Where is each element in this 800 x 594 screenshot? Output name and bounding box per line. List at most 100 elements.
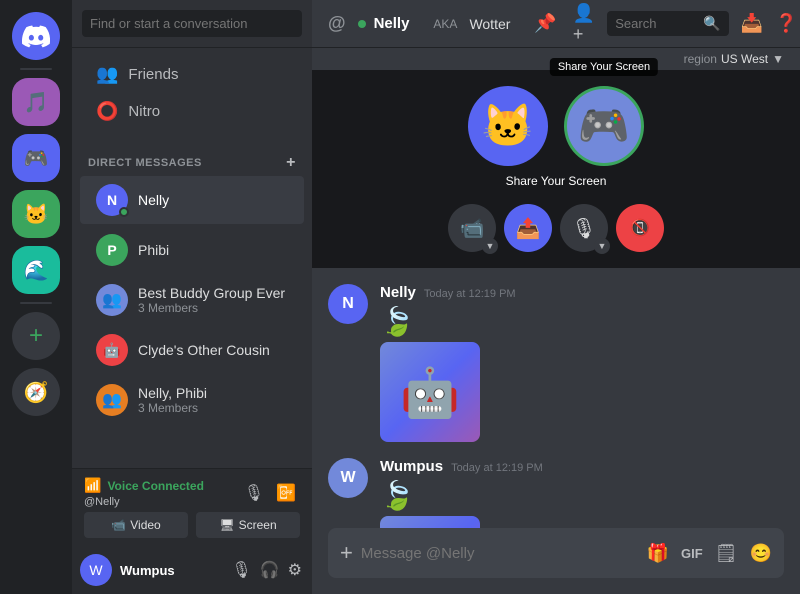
search-icon: 🔍 xyxy=(703,15,720,32)
attach-button[interactable]: + xyxy=(340,528,353,578)
call-area: 🐱 Share Your Screen 🎮 Share Your Screen … xyxy=(312,70,800,268)
sticker-icon[interactable]: 🗒 xyxy=(715,543,738,564)
aka-label: AKA xyxy=(433,17,457,31)
headset-button[interactable]: 🎧 xyxy=(258,558,282,582)
msg-avatar-wumpus: W xyxy=(328,458,368,498)
server-icon-1[interactable]: 🎵 xyxy=(12,78,60,126)
msg-avatar-nelly: N xyxy=(328,284,368,324)
search-input[interactable] xyxy=(82,10,302,37)
message-group-nelly: N Nelly Today at 12:19 PM 🍃 🤖 xyxy=(328,284,784,442)
status-dot-nelly xyxy=(119,207,129,217)
call-avatar-nelly: 🐱 xyxy=(468,86,548,166)
nitro-icon: ⭕ xyxy=(96,101,118,122)
msg-sticker-nelly: 🤖 xyxy=(380,342,480,442)
dm-item-best-buddy[interactable]: 👥 Best Buddy Group Ever 3 Members xyxy=(80,276,304,324)
dm-item-sub-nelly-phibi: 3 Members xyxy=(138,401,207,415)
dm-item-info-nelly: Nelly xyxy=(138,192,169,208)
top-bar-username: Nelly xyxy=(374,15,410,32)
share-screen-label: Share Your Screen xyxy=(506,174,607,188)
user-bar-controls: 🎙 🎧 ⚙ xyxy=(229,558,304,582)
emoji-icon[interactable]: 😊 xyxy=(750,543,772,564)
dm-nav: 👥 Friends ⭕ Nitro xyxy=(72,48,312,138)
dm-item-name-nelly: Nelly xyxy=(138,192,169,208)
region-value: US West xyxy=(721,52,768,66)
add-dm-button[interactable]: + xyxy=(286,154,296,172)
voice-controls: 📹 Video 🖥 Screen xyxy=(84,512,300,538)
hangup-button[interactable]: 📵 xyxy=(616,204,664,252)
dm-item-name-clydes: Clyde's Other Cousin xyxy=(138,342,270,358)
server-icon-2[interactable]: 🎮 xyxy=(12,134,60,182)
nitro-nav-item[interactable]: ⭕ Nitro xyxy=(80,93,304,130)
dm-item-clydes[interactable]: 🤖 Clyde's Other Cousin xyxy=(80,326,304,374)
nitro-label: Nitro xyxy=(128,103,160,120)
messages-area: N Nelly Today at 12:19 PM 🍃 🤖 W Wumpus xyxy=(312,268,800,528)
region-info: region US West ▼ xyxy=(684,52,784,66)
user-avatar: W xyxy=(80,554,112,586)
mute-chevron-icon: ▼ xyxy=(594,238,610,254)
call-ctrl-video-wrap: 📹 ▼ xyxy=(448,204,496,252)
msg-time-wumpus: Today at 12:19 PM xyxy=(451,462,543,474)
user-status-dot xyxy=(358,20,366,28)
settings-button[interactable]: ⚙ xyxy=(286,558,304,582)
discord-icon[interactable] xyxy=(12,12,60,60)
msg-username-wumpus: Wumpus xyxy=(380,458,443,475)
screen-icon: 🖥 xyxy=(219,518,234,532)
msg-header-nelly: Nelly Today at 12:19 PM xyxy=(380,284,784,301)
msg-emoji-nelly: 🍃 xyxy=(380,305,784,338)
call-ctrl-share-wrap: 📤 xyxy=(504,204,552,252)
explore-button[interactable]: 🧭 xyxy=(12,368,60,416)
msg-content-nelly: Nelly Today at 12:19 PM 🍃 🤖 xyxy=(380,284,784,442)
server-icon-4[interactable]: 🌊 xyxy=(12,246,60,294)
top-bar: @ Nelly AKA Wotter 📌 👤+ 🔍 📥 ❓ xyxy=(312,0,800,48)
voice-bar: 📶 Voice Connected @Nelly 🎙 📴 📹 Video 🖥 S… xyxy=(72,468,312,546)
dm-avatar-nelly: N xyxy=(96,184,128,216)
dm-avatar-best-buddy: 👥 xyxy=(96,284,128,316)
gift-icon[interactable]: 🎁 xyxy=(647,543,669,564)
voice-user-label: @Nelly xyxy=(84,496,204,508)
mic-button[interactable]: 🎙 xyxy=(229,558,253,582)
video-toggle-button[interactable]: 📹 Video xyxy=(84,512,188,538)
inbox-icon[interactable]: 📥 xyxy=(741,13,763,34)
message-input[interactable] xyxy=(361,533,639,574)
dm-item-info-phibi: Phibi xyxy=(138,242,169,258)
dm-item-nelly-phibi[interactable]: 👥 Nelly, Phibi 3 Members xyxy=(80,376,304,424)
server-separator-2 xyxy=(20,302,52,304)
voice-actions: 🎙 📴 xyxy=(240,479,300,507)
dm-search-bar xyxy=(72,0,312,48)
voice-deafen-button[interactable]: 🎙 xyxy=(240,479,268,507)
dm-section-title: DIRECT MESSAGES xyxy=(88,157,202,169)
add-friend-icon[interactable]: 👤+ xyxy=(573,3,595,45)
friends-nav-item[interactable]: 👥 Friends xyxy=(80,56,304,93)
channel-at-symbol: @ xyxy=(328,13,346,34)
top-bar-user: Nelly xyxy=(358,15,410,32)
help-icon[interactable]: ❓ xyxy=(775,13,797,34)
dm-item-phibi[interactable]: P Phibi xyxy=(80,226,304,274)
video-icon: 📹 xyxy=(111,518,126,532)
region-label: region xyxy=(684,52,717,66)
dm-item-name-nelly-phibi: Nelly, Phibi xyxy=(138,385,207,401)
dm-list: N Nelly P Phibi 👥 Best Buddy Group Ever xyxy=(72,176,312,468)
share-screen-button[interactable]: 📤 xyxy=(504,204,552,252)
share-screen-tooltip: Share Your Screen xyxy=(550,58,658,76)
server-sidebar: 🎵 🎮 🐱 🌊 + 🧭 xyxy=(0,0,72,594)
msg-header-wumpus: Wumpus Today at 12:19 PM xyxy=(380,458,784,475)
dm-item-nelly[interactable]: N Nelly xyxy=(80,176,304,224)
screen-share-button[interactable]: 🖥 Screen xyxy=(196,512,300,538)
top-search-input[interactable] xyxy=(615,16,695,31)
dm-item-info-clydes: Clyde's Other Cousin xyxy=(138,342,270,358)
call-participant-nelly: 🐱 xyxy=(468,86,548,166)
call-avatars: 🐱 Share Your Screen 🎮 xyxy=(468,86,644,166)
region-chevron-icon: ▼ xyxy=(772,52,784,66)
pin-icon[interactable]: 📌 xyxy=(534,13,556,34)
dm-avatar-nelly-phibi: 👥 xyxy=(96,384,128,416)
gif-icon[interactable]: GIF xyxy=(681,546,703,561)
username-label: Wumpus xyxy=(120,563,221,578)
voice-disconnect-button[interactable]: 📴 xyxy=(272,479,300,507)
friends-label: Friends xyxy=(128,66,178,83)
server-icon-3[interactable]: 🐱 xyxy=(12,190,60,238)
msg-username-nelly: Nelly xyxy=(380,284,416,301)
dm-avatar-phibi: P xyxy=(96,234,128,266)
call-ctrl-hangup-wrap: 📵 xyxy=(616,204,664,252)
add-server-button[interactable]: + xyxy=(12,312,60,360)
call-avatar-wotter: 🎮 xyxy=(564,86,644,166)
